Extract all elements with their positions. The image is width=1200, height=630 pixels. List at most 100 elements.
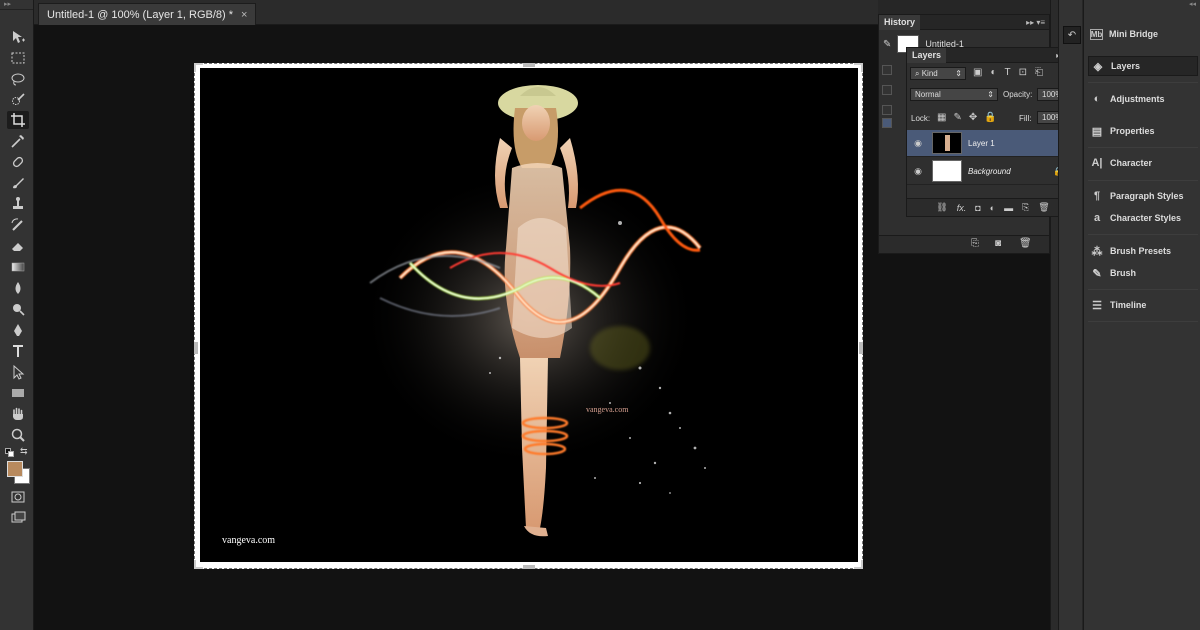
mini-bridge-icon: Mb — [1090, 28, 1103, 40]
history-state-checkbox[interactable] — [882, 85, 892, 95]
history-brush-tool-icon[interactable] — [7, 216, 29, 234]
new-document-icon[interactable]: ⎘ — [971, 238, 979, 249]
history-footer: ⎘ ◙ 🗑 — [879, 235, 1049, 253]
link-layers-icon[interactable]: ⛓ — [936, 202, 947, 213]
history-brush-source-icon[interactable]: ✎ — [883, 39, 891, 50]
document-canvas[interactable]: vangeva.com vangeva.com — [200, 68, 858, 562]
dock-paragraph-styles[interactable]: ¶ Paragraph Styles — [1088, 186, 1198, 206]
character-styles-icon: a — [1093, 212, 1101, 224]
history-tab[interactable]: History — [879, 15, 921, 30]
lock-position-icon[interactable]: ✥ — [969, 112, 977, 123]
dock-brush-presets[interactable]: ⁂ Brush Presets — [1088, 241, 1198, 261]
lock-pixels-icon[interactable]: ✎ — [953, 112, 961, 123]
layer-row-background[interactable]: ◉ Background 🔒 — [907, 158, 1071, 185]
screen-mode-icon[interactable] — [7, 509, 29, 527]
crop-handle-bottom-right[interactable] — [854, 560, 863, 569]
lock-all-icon[interactable]: 🔒 — [984, 112, 996, 123]
opacity-label: Opacity: — [1003, 90, 1033, 99]
photoshop-window: ▸▸ ⇆ Untitled-1 @ 100% (Layer 1, RGB/8) … — [0, 0, 1200, 630]
dock-label: Timeline — [1110, 300, 1147, 310]
filter-kind-select[interactable]: ⌕ Kind ⇕ — [910, 67, 966, 80]
shape-filter-icon[interactable]: ⊡ — [1019, 67, 1027, 78]
toolbar-collapse-grip[interactable]: ▸▸ — [0, 0, 33, 10]
close-icon[interactable]: × — [241, 9, 247, 21]
timeline-icon: ☰ — [1092, 299, 1102, 312]
tools-panel: ▸▸ ⇆ — [0, 0, 34, 630]
dock-properties[interactable]: ▤ Properties — [1088, 121, 1198, 141]
crop-handle-top[interactable] — [523, 63, 535, 67]
eraser-tool-icon[interactable] — [7, 237, 29, 255]
blend-mode-select[interactable]: Normal ⇕ — [910, 88, 998, 101]
clone-stamp-tool-icon[interactable] — [7, 195, 29, 213]
new-layer-icon[interactable]: ⎘ — [1022, 202, 1029, 213]
dock-label: Properties — [1110, 126, 1155, 136]
camera-icon[interactable]: ◙ — [995, 238, 1001, 249]
layer-row-layer-1[interactable]: ◉ Layer 1 — [907, 130, 1071, 157]
hand-tool-icon[interactable] — [7, 405, 29, 423]
lasso-tool-icon[interactable] — [7, 70, 29, 88]
history-state-checkbox[interactable] — [882, 118, 892, 128]
crop-tool-icon[interactable] — [7, 111, 29, 129]
delete-layer-icon[interactable]: 🗑 — [1038, 202, 1049, 213]
history-state-checkbox[interactable] — [882, 65, 892, 75]
path-select-tool-icon[interactable] — [7, 363, 29, 381]
rectangle-tool-icon[interactable] — [7, 384, 29, 402]
layers-tab[interactable]: Layers — [907, 48, 947, 63]
dodge-tool-icon[interactable] — [7, 300, 29, 318]
dock-collapse-grip[interactable]: ◂◂ — [1084, 0, 1200, 10]
adjustment-layer-icon[interactable]: ◐ — [990, 203, 995, 213]
dock-label: Brush Presets — [1110, 246, 1172, 256]
marquee-tool-icon[interactable] — [7, 49, 29, 67]
crop-handle-top-right[interactable] — [854, 63, 863, 72]
foreground-color-swatch[interactable] — [7, 461, 23, 477]
layers-tab-bar: Layers ▸▸ ▾≡ — [907, 48, 1079, 63]
dock-brush[interactable]: ✎ Brush — [1088, 263, 1198, 283]
collapsed-panel-strip: ↶ — [1058, 0, 1082, 630]
swap-colors-icon[interactable]: ⇆ — [20, 446, 28, 457]
layers-footer: ⛓ fx. ◘ ◐ ▬ ⎘ 🗑 — [907, 198, 1079, 216]
zoom-tool-icon[interactable] — [7, 426, 29, 444]
document-tab[interactable]: Untitled-1 @ 100% (Layer 1, RGB/8) * × — [38, 3, 257, 25]
filter-kind-value: Kind — [921, 69, 938, 78]
crop-handle-left[interactable] — [194, 342, 198, 354]
pen-tool-icon[interactable] — [7, 321, 29, 339]
history-tab-bar: History ▸▸ ▾≡ — [879, 15, 1049, 30]
spot-healing-tool-icon[interactable] — [7, 153, 29, 171]
dock-mini-bridge[interactable]: Mb Mini Bridge — [1088, 24, 1198, 44]
dock-character-styles[interactable]: a Character Styles — [1088, 208, 1198, 228]
crop-handle-bottom[interactable] — [523, 565, 535, 569]
new-group-icon[interactable]: ▬ — [1004, 203, 1013, 213]
brush-tool-icon[interactable] — [7, 174, 29, 192]
type-tool-icon[interactable] — [7, 342, 29, 360]
eyedropper-tool-icon[interactable] — [7, 132, 29, 150]
history-panel-icon[interactable]: ↶ — [1063, 26, 1081, 44]
quick-select-tool-icon[interactable] — [7, 91, 29, 109]
visibility-eye-icon[interactable]: ◉ — [907, 138, 929, 149]
fx-button[interactable]: fx. — [957, 203, 967, 213]
default-colors-icon[interactable] — [5, 448, 14, 457]
gradient-tool-icon[interactable] — [7, 258, 29, 276]
move-tool-icon[interactable] — [7, 28, 29, 46]
blur-tool-icon[interactable] — [7, 279, 29, 297]
pixel-filter-icon[interactable]: ▣ — [973, 67, 982, 78]
dock-adjustments[interactable]: ◐ Adjustments — [1088, 89, 1198, 109]
crop-handle-right[interactable] — [859, 342, 863, 354]
panel-menu-icon[interactable]: ▸▸ ▾≡ — [1026, 15, 1045, 30]
dock-label: Mini Bridge — [1109, 29, 1158, 39]
adjustment-filter-icon[interactable]: ◐ — [990, 67, 996, 78]
quick-mask-icon[interactable] — [7, 488, 29, 506]
add-mask-icon[interactable]: ◘ — [975, 203, 980, 213]
dock-layers[interactable]: ◈ Layers — [1088, 56, 1198, 76]
dock-label: Brush — [1110, 268, 1137, 278]
trash-icon[interactable]: 🗑 — [1019, 238, 1032, 249]
history-state-checkbox[interactable] — [882, 105, 892, 115]
visibility-eye-icon[interactable]: ◉ — [907, 166, 929, 177]
crop-handle-bottom-left[interactable] — [194, 560, 203, 569]
dock-character[interactable]: A| Character — [1088, 153, 1198, 173]
lock-transparent-icon[interactable]: ▦ — [937, 112, 946, 123]
smart-object-filter-icon[interactable]: ⎗ — [1035, 67, 1043, 78]
crop-handle-top-left[interactable] — [194, 63, 203, 72]
dock-timeline[interactable]: ☰ Timeline — [1088, 295, 1198, 315]
type-filter-icon[interactable]: T — [1005, 67, 1011, 78]
panel-dock: ◂◂ Mb Mini Bridge ◈ Layers ◐ Adjustments ▤ P… — [1083, 0, 1200, 630]
